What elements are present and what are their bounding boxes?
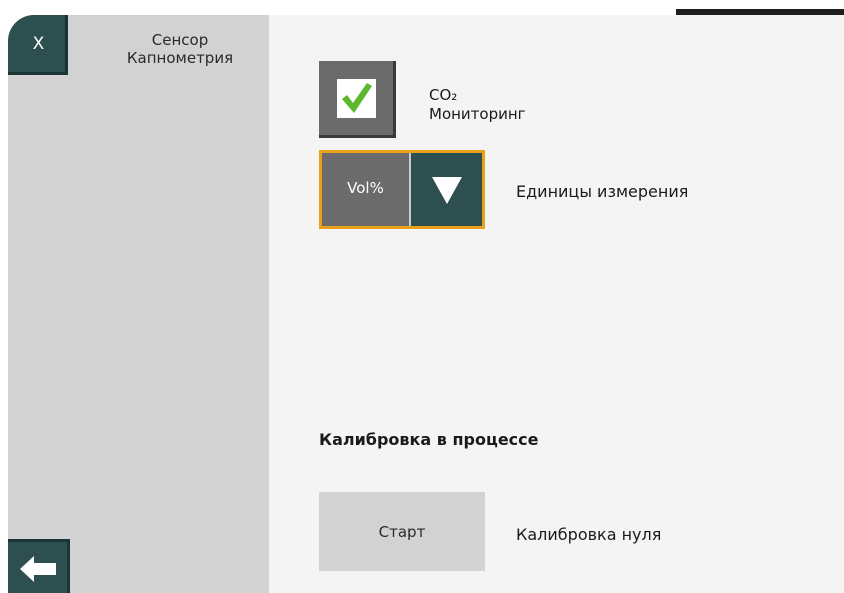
start-calibration-button[interactable]: Старт: [319, 492, 485, 571]
co2-monitoring-checkbox[interactable]: [319, 61, 396, 138]
calibration-status: Калибровка в процессе: [319, 430, 539, 449]
co2-monitoring-label: CO₂ Мониторинг: [429, 86, 526, 124]
units-selected-value: Vol%: [322, 153, 409, 226]
sensor-title-line1: Сенсор: [151, 31, 209, 49]
arrow-left-icon: [19, 555, 56, 582]
co2-label-line2: Мониторинг: [429, 105, 526, 123]
start-label: Старт: [378, 522, 426, 541]
dropdown-button[interactable]: [409, 153, 482, 226]
checkbox-box: [336, 78, 376, 118]
triangle-down-icon: [431, 176, 462, 204]
sidebar: X Сенсор Капнометрия: [8, 15, 269, 593]
back-button[interactable]: [8, 539, 70, 593]
screen: X Сенсор Капнометрия CO₂ Мониторинг Vol%: [0, 0, 844, 593]
units-label: Единицы измерения: [516, 182, 689, 201]
main-panel: CO₂ Мониторинг Vol% Единицы измерения Ка…: [269, 15, 844, 593]
close-label: X: [32, 33, 45, 54]
co2-label-line1: CO₂: [429, 86, 458, 104]
sensor-title: Сенсор Капнометрия: [98, 31, 262, 67]
units-dropdown[interactable]: Vol%: [319, 150, 485, 229]
close-button[interactable]: X: [8, 15, 68, 75]
sensor-title-line2: Капнометрия: [126, 49, 234, 67]
zero-calibration-label: Калибровка нуля: [516, 525, 662, 544]
checkmark-icon: [342, 83, 372, 113]
